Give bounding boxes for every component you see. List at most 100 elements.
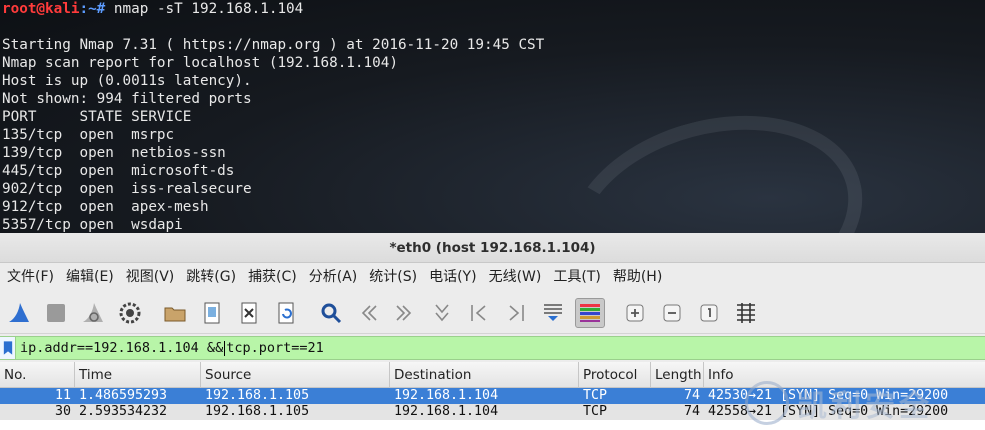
prompt-path: :~# xyxy=(79,1,106,17)
autoscroll-icon xyxy=(544,303,562,321)
packet-length: 74 xyxy=(683,404,700,419)
save-file-button[interactable] xyxy=(197,298,227,328)
restart-capture-button[interactable] xyxy=(78,298,108,328)
filter-text-after-caret: tcp.port==21 xyxy=(226,340,324,356)
bookmark-icon xyxy=(3,341,12,355)
wireshark-window: *eth0 (host 192.168.1.104) 文件(F) 编辑(E) 视… xyxy=(0,233,985,430)
find-packet-icon xyxy=(321,303,342,323)
column-header-protocol[interactable]: Protocol xyxy=(579,362,651,388)
terminal-command: nmap -sT 192.168.1.104 xyxy=(105,1,304,17)
terminal-output-line: 445/tcp open microsoft-ds xyxy=(2,163,235,179)
go-back-icon xyxy=(361,304,377,321)
open-folder-icon xyxy=(164,307,186,321)
first-packet-button[interactable] xyxy=(464,298,494,328)
window-title-bar[interactable]: *eth0 (host 192.168.1.104) xyxy=(0,233,985,263)
stop-capture-button[interactable] xyxy=(41,298,71,328)
packet-source: 192.168.1.105 xyxy=(205,404,310,419)
save-file-icon xyxy=(204,302,220,323)
autoscroll-button[interactable] xyxy=(538,298,568,328)
terminal-output-line: Not shown: 994 filtered ports xyxy=(2,91,252,107)
zoom-out-icon xyxy=(663,304,681,321)
filter-bookmark-button[interactable] xyxy=(0,337,16,359)
zoom-out-button[interactable] xyxy=(657,298,687,328)
packet-row[interactable]: 30 2.593534232 192.168.1.105 192.168.1.1… xyxy=(0,404,985,420)
colorize-icon xyxy=(580,303,600,322)
terminal-window[interactable]: root@kali:~# nmap -sT 192.168.1.104 Star… xyxy=(0,0,985,233)
packet-length: 74 xyxy=(683,388,700,403)
go-forward-button[interactable] xyxy=(390,298,420,328)
menu-capture[interactable]: 捕获(C) xyxy=(243,263,302,292)
menu-view[interactable]: 视图(V) xyxy=(121,263,180,292)
packet-time: 2.593534232 xyxy=(79,404,168,419)
menu-telephony[interactable]: 电话(Y) xyxy=(424,263,481,292)
go-back-button[interactable] xyxy=(353,298,383,328)
menu-analyze[interactable]: 分析(A) xyxy=(304,263,363,292)
column-header-length[interactable]: Length xyxy=(651,362,704,388)
display-filter-bar[interactable]: ip.addr==192.168.1.104 && tcp.port==21 xyxy=(0,336,985,360)
packet-list[interactable]: No. Time Source Destination Protocol Len… xyxy=(0,362,985,430)
column-header-source[interactable]: Source xyxy=(201,362,390,388)
menu-help[interactable]: 帮助(H) xyxy=(608,263,667,292)
packet-source: 192.168.1.105 xyxy=(205,388,310,403)
packet-protocol: TCP xyxy=(583,404,608,419)
packet-row[interactable]: 11 1.486595293 192.168.1.105 192.168.1.1… xyxy=(0,388,985,404)
column-header-no[interactable]: No. xyxy=(0,362,75,388)
reload-file-icon xyxy=(278,302,294,323)
packet-destination: 192.168.1.104 xyxy=(394,388,499,403)
packet-no: 30 xyxy=(54,404,71,419)
capture-options-button[interactable] xyxy=(115,298,145,328)
last-packet-button[interactable] xyxy=(501,298,531,328)
menu-bar: 文件(F) 编辑(E) 视图(V) 跳转(G) 捕获(C) 分析(A) 统计(S… xyxy=(0,263,985,292)
column-header-destination[interactable]: Destination xyxy=(390,362,579,388)
packet-time: 1.486595293 xyxy=(79,388,168,403)
menu-wireless[interactable]: 无线(W) xyxy=(484,263,547,292)
shark-fin-start-icon xyxy=(9,302,29,322)
open-file-button[interactable] xyxy=(160,298,190,328)
terminal-output-line: Starting Nmap 7.31 ( https://nmap.org ) … xyxy=(2,37,545,53)
close-file-icon xyxy=(241,302,257,323)
last-packet-icon xyxy=(509,304,524,321)
zoom-in-icon xyxy=(626,304,644,321)
terminal-output-line: Nmap scan report for localhost (192.168.… xyxy=(2,55,398,71)
colorize-button[interactable] xyxy=(575,297,605,328)
normal-size-button[interactable] xyxy=(694,298,724,328)
reload-file-button[interactable] xyxy=(271,298,301,328)
terminal-output-line: 135/tcp open msrpc xyxy=(2,127,175,143)
packet-list-header: No. Time Source Destination Protocol Len… xyxy=(0,362,985,388)
stop-square-icon xyxy=(47,303,65,322)
go-to-packet-icon xyxy=(435,303,449,321)
go-forward-icon xyxy=(396,304,412,321)
filter-text-before-caret: ip.addr==192.168.1.104 && xyxy=(20,340,224,356)
resize-columns-icon xyxy=(737,302,755,323)
menu-go[interactable]: 跳转(G) xyxy=(181,263,241,292)
terminal-prompt-line: root@kali:~# nmap -sT 192.168.1.104 xyxy=(2,0,985,18)
terminal-output: Starting Nmap 7.31 ( https://nmap.org ) … xyxy=(2,36,985,233)
packet-info: 42530→21 [SYN] Seq=0 Win=29200 xyxy=(708,388,949,403)
packet-info: 42558→21 [SYN] Seq=0 Win=29200 xyxy=(708,404,949,419)
go-to-packet-button[interactable] xyxy=(427,298,457,328)
normal-size-icon xyxy=(700,304,718,321)
menu-statistics[interactable]: 统计(S) xyxy=(364,263,422,292)
resize-columns-button[interactable] xyxy=(731,298,761,328)
column-header-time[interactable]: Time xyxy=(75,362,201,388)
terminal-output-line: PORT STATE SERVICE xyxy=(2,109,192,125)
start-capture-button[interactable] xyxy=(4,298,34,328)
menu-edit[interactable]: 编辑(E) xyxy=(61,263,119,292)
terminal-output-line: 902/tcp open iss-realsecure xyxy=(2,181,252,197)
column-header-info[interactable]: Info xyxy=(704,362,985,388)
packet-no: 11 xyxy=(54,388,71,403)
terminal-output-line: 5357/tcp open wsdapi xyxy=(2,217,183,233)
packet-protocol: TCP xyxy=(583,388,608,403)
menu-tools[interactable]: 工具(T) xyxy=(548,263,605,292)
terminal-output-line: 139/tcp open netbios-ssn xyxy=(2,145,226,161)
main-toolbar xyxy=(0,292,985,334)
restart-fin-icon xyxy=(83,302,103,322)
close-file-button[interactable] xyxy=(234,298,264,328)
zoom-in-button[interactable] xyxy=(620,298,650,328)
display-filter-input[interactable]: ip.addr==192.168.1.104 && tcp.port==21 xyxy=(16,340,324,356)
find-packet-button[interactable] xyxy=(316,298,346,328)
prompt-user: root@kali xyxy=(2,1,80,17)
menu-file[interactable]: 文件(F) xyxy=(2,263,59,292)
terminal-output-line: 912/tcp open apex-mesh xyxy=(2,199,209,215)
capture-options-gear-icon xyxy=(119,302,141,323)
